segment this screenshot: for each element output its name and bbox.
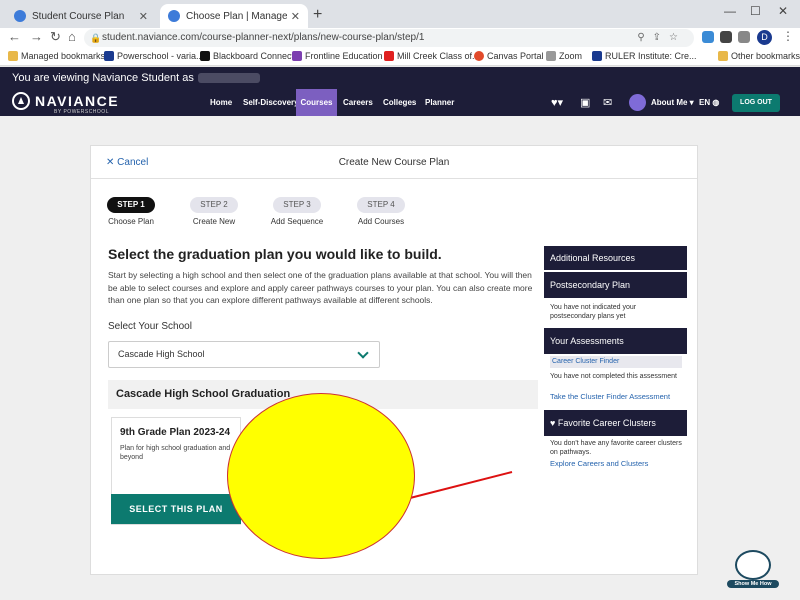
red-annotation-line — [409, 471, 513, 499]
show-me-how-label: Show Me How — [727, 580, 779, 588]
yellow-annotation-circle — [227, 393, 415, 559]
help-bubble-icon — [735, 550, 771, 580]
show-me-how-button[interactable]: Show Me How — [727, 550, 779, 588]
